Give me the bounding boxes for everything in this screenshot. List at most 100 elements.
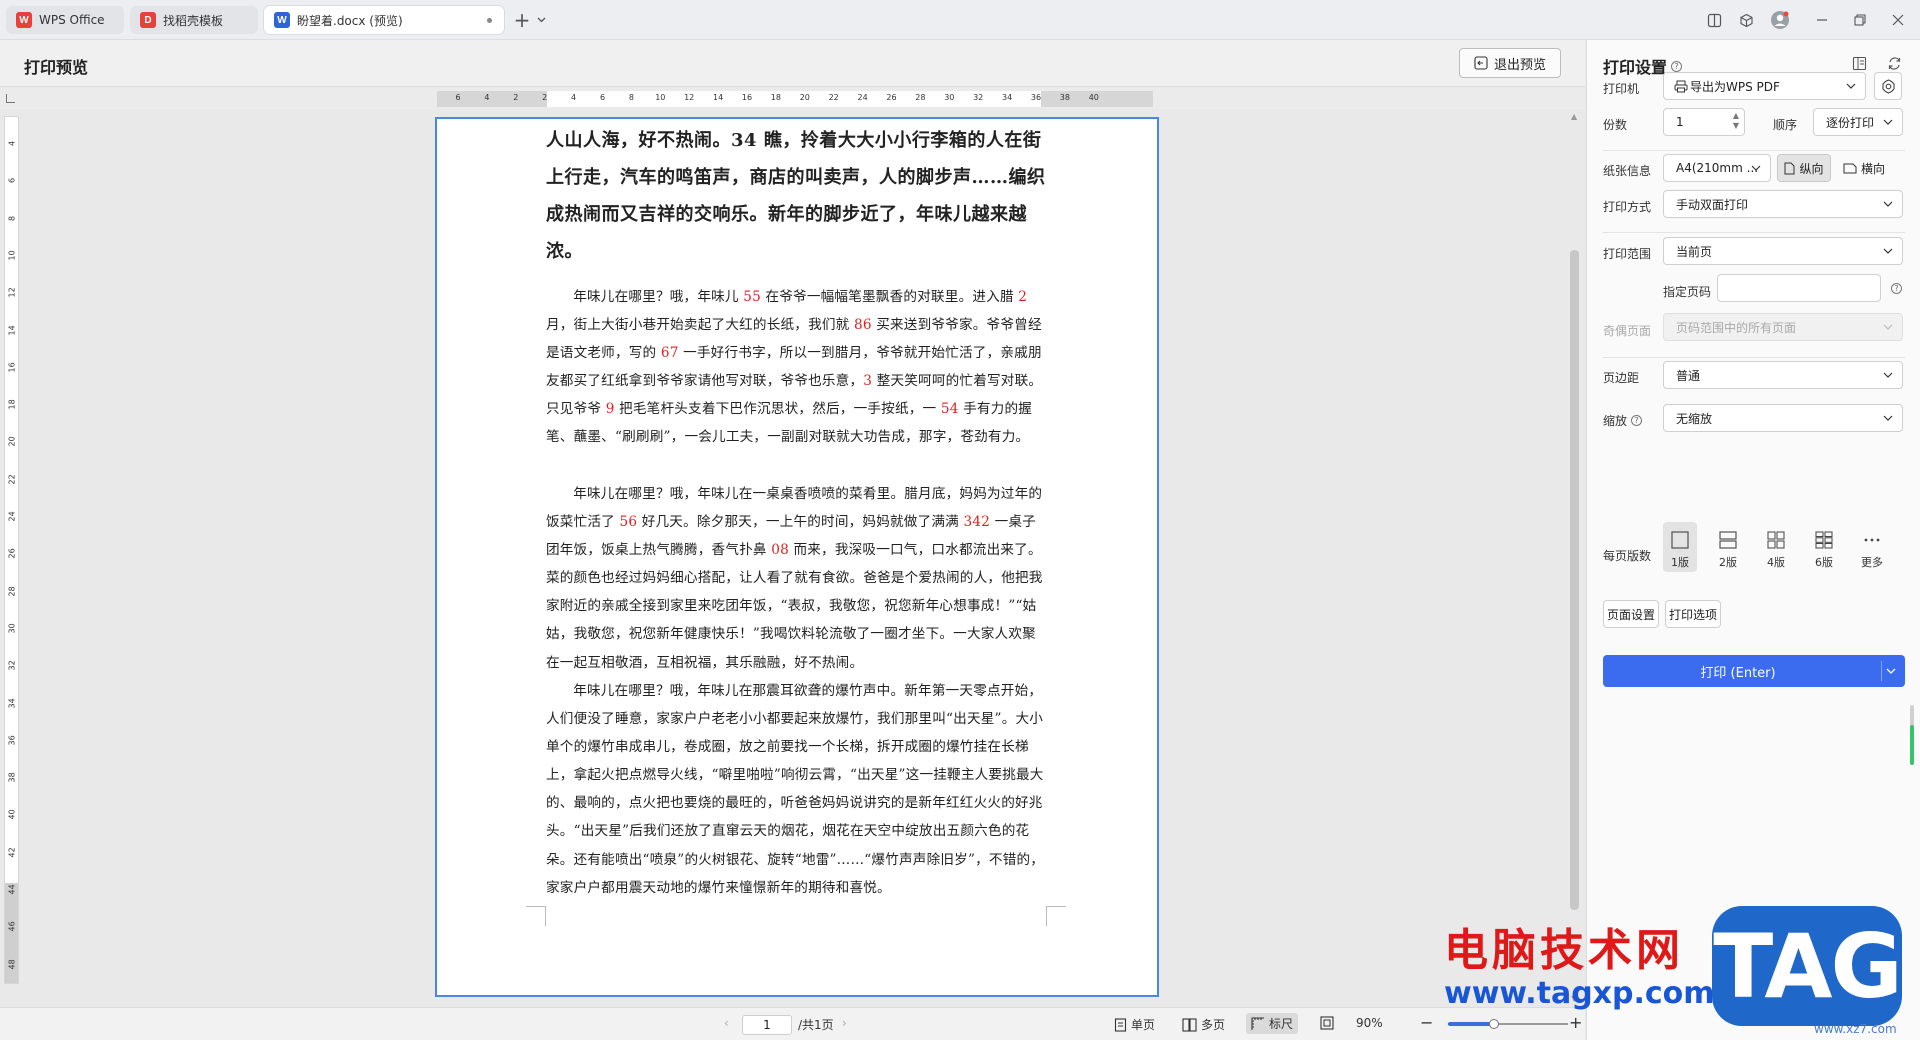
help-icon[interactable]: ? [1631, 415, 1643, 426]
print-method-select[interactable]: 手动双面打印 [1663, 190, 1903, 218]
red-number: 342 [963, 514, 991, 531]
tab-label: 找稻壳模板 [163, 13, 224, 28]
odd-even-value: 页码范围中的所有页面 [1676, 320, 1797, 335]
ruler-tick-label: 20 [7, 436, 17, 447]
layout-6-label: 6版 [1815, 556, 1833, 569]
vertical-scrollbar[interactable] [1570, 250, 1579, 910]
printer-select[interactable]: 导出为WPS PDF [1663, 72, 1866, 100]
odd-even-select[interactable]: 页码范围中的所有页面 [1663, 313, 1903, 341]
zoom-out-icon[interactable]: − [1420, 1013, 1433, 1032]
panel-title-text: 打印设置 [1603, 58, 1668, 77]
ruler-corner-icon[interactable] [6, 94, 15, 103]
layout-2-up[interactable]: 2版 [1711, 522, 1745, 572]
ruler-tick-label: 34 [7, 697, 17, 708]
minimize-icon[interactable] [1812, 8, 1832, 32]
single-page-icon [1114, 1017, 1127, 1032]
ruler-tick-label: 8 [7, 215, 17, 221]
horizontal-ruler[interactable]: 6 4 2 2 4 6 8 10 12 14 16 18 20 22 24 26 28 30 32 34 36 38 40 [437, 91, 1153, 107]
landscape-icon [1843, 163, 1857, 173]
red-number: 54 [940, 401, 959, 418]
zoom-level[interactable]: 90% [1356, 1016, 1383, 1030]
unsaved-dot-icon[interactable] [487, 18, 492, 23]
tab-list-chevron-icon[interactable] [534, 8, 548, 32]
watermark-url: www.tagxp.com [1444, 976, 1715, 1011]
prev-page-icon[interactable]: ‹ [724, 1016, 729, 1030]
ruler-tick-label: 8 [628, 93, 634, 102]
print-button-label: 打印 (Enter) [1700, 665, 1776, 681]
red-number: 08 [771, 542, 789, 559]
ruler-tick-label: 26 [886, 93, 897, 102]
cube-icon[interactable] [1736, 8, 1756, 32]
tab-wps-office[interactable]: W WPS Office [6, 6, 124, 34]
page-number-input[interactable]: 1 [742, 1015, 792, 1035]
print-button[interactable]: 打印 (Enter) [1603, 655, 1905, 687]
print-range-select[interactable]: 当前页 [1663, 237, 1903, 265]
ruler-tick-label: 46 [7, 921, 17, 932]
paper-select[interactable]: A4(210mm ... [1663, 154, 1771, 182]
next-page-icon[interactable]: › [842, 1016, 847, 1030]
page-title: 打印预览 [24, 58, 89, 77]
help-icon[interactable]: ? [1891, 283, 1902, 294]
tab-document[interactable]: W 盼望着.docx (预览) [264, 6, 504, 34]
red-number: 3 [863, 373, 873, 390]
tab-docer-template[interactable]: D 找稻壳模板 [130, 6, 258, 34]
chevron-down-icon[interactable] [1886, 666, 1896, 676]
text-run: 把毛笔杆头支着下巴作沉思状，然后，一手按纸，一 [614, 401, 941, 418]
restore-icon[interactable] [1850, 8, 1870, 32]
layout-more-label: 更多 [1861, 556, 1883, 569]
single-page-button[interactable]: 单页 [1114, 1016, 1155, 1033]
text-run: 好几天。除夕那天，一上午的时间，妈妈就做了满满 [637, 514, 964, 531]
copies-value: 1 [1676, 115, 1684, 129]
multi-page-label: 多页 [1201, 1018, 1226, 1032]
chevron-down-icon [1846, 83, 1856, 89]
chevron-down-icon [1883, 119, 1893, 125]
copies-stepper[interactable]: ▲ ▼ [1733, 111, 1739, 131]
ruler-tick-label: 4 [571, 93, 577, 102]
layout-1-up[interactable]: 1版 [1663, 522, 1697, 572]
copies-input[interactable]: 1 ▲ ▼ [1663, 108, 1745, 136]
vertical-ruler[interactable]: 4 6 8 10 12 14 16 18 20 22 24 26 28 30 32 34 36 38 40 42 44 4… [4, 116, 19, 984]
layout-icon[interactable] [1704, 8, 1724, 32]
order-select[interactable]: 逐份打印 [1813, 108, 1903, 136]
ruler-tick-label: 6 [7, 178, 17, 184]
margin-value: 普通 [1676, 368, 1701, 383]
ruler-tick-label: 10 [7, 250, 17, 261]
page-numbers-input[interactable] [1717, 274, 1881, 302]
divider [1603, 357, 1905, 358]
avatar[interactable] [1768, 8, 1792, 32]
text-run: 年味儿在哪里？哦，年味儿 [573, 289, 744, 305]
print-options-button[interactable]: 打印选项 [1665, 600, 1721, 628]
printer-settings-button[interactable] [1874, 72, 1902, 100]
scroll-up-icon[interactable]: ▲ [1571, 112, 1577, 121]
chevron-down-icon [1883, 372, 1893, 378]
new-tab-button[interactable]: + [512, 8, 532, 32]
portrait-button[interactable]: 纵向 [1777, 154, 1831, 182]
ruler-tick-label: 32 [973, 93, 984, 102]
exit-preview-button[interactable]: 退出预览 [1459, 48, 1561, 78]
margin-select[interactable]: 普通 [1663, 361, 1903, 389]
ruler-tick-label: 36 [1030, 93, 1042, 102]
multi-page-button[interactable]: 多页 [1182, 1016, 1225, 1033]
margin-label: 页边距 [1603, 371, 1640, 385]
layout-4-up[interactable]: 4版 [1759, 522, 1793, 572]
ruler-tick-label: 2 [513, 93, 519, 102]
divider [1603, 150, 1905, 151]
fit-page-icon[interactable] [1320, 1016, 1334, 1030]
side-scroll-indicator[interactable] [1910, 705, 1914, 765]
watermark-tag-logo: TAG [1712, 906, 1903, 1026]
ruler-tick-label: 14 [7, 324, 17, 335]
layout-more[interactable]: 更多 [1855, 522, 1889, 572]
red-number: 56 [619, 514, 638, 531]
close-icon[interactable] [1888, 8, 1908, 32]
landscape-button[interactable]: 横向 [1837, 154, 1891, 182]
scale-select[interactable]: 无缩放 [1663, 404, 1903, 432]
page-setup-button[interactable]: 页面设置 [1603, 600, 1659, 628]
single-page-label: 单页 [1131, 1018, 1156, 1032]
ruler-tick-label: 28 [915, 93, 926, 102]
chevron-down-icon [1883, 415, 1893, 421]
ruler-tick-label: 48 [7, 958, 17, 970]
help-icon[interactable]: ? [1671, 60, 1683, 72]
ruler-toggle-button[interactable]: 标尺 [1246, 1013, 1299, 1034]
exit-icon [1474, 56, 1488, 70]
layout-6-up[interactable]: 6版 [1807, 522, 1841, 572]
